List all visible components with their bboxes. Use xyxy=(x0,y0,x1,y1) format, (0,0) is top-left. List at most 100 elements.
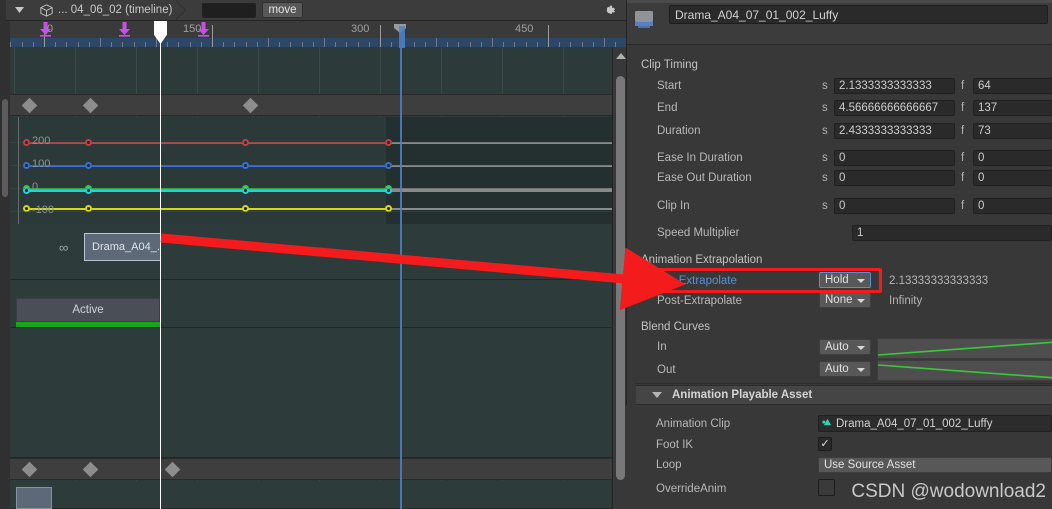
blend-in-label: In xyxy=(657,341,667,353)
chevron-down-icon xyxy=(857,299,865,303)
pre-extrapolate-dropdown[interactable]: Hold xyxy=(819,272,871,288)
clip-timing-label: Ease Out Duration xyxy=(657,172,752,184)
blend-in-dropdown[interactable]: Auto xyxy=(819,339,871,355)
timeline-marker-diamond[interactable] xyxy=(21,97,38,114)
marker-row-top[interactable] xyxy=(10,94,612,116)
inspector-tab-strip xyxy=(627,0,1052,3)
timeline-marker-diamond[interactable] xyxy=(21,461,38,478)
clip-timing-label: Duration xyxy=(657,125,701,137)
clip-timing-seconds-field[interactable]: 2.1333333333333 xyxy=(834,78,955,94)
timeline-secondary-marker[interactable] xyxy=(399,26,405,509)
timeline-marker-diamond[interactable] xyxy=(82,461,99,478)
animation-playable-asset-foldout[interactable]: Animation Playable Asset xyxy=(636,385,1052,405)
asset-name-value: Drama_A04_07_01_002_Luffy xyxy=(675,7,839,22)
curve-y-axis-label: 0 xyxy=(32,181,39,193)
timeline-left-gutter xyxy=(0,47,10,509)
timeline-body: 200 100 0 -100 xyxy=(0,47,626,509)
blend-in-curve-preview[interactable] xyxy=(877,338,1052,359)
timeline-marker-diamond[interactable] xyxy=(82,97,99,114)
animation-clip-object-field[interactable]: Drama_A04_07_01_002_Luffy xyxy=(818,415,1052,432)
blend-out-dropdown[interactable]: Auto xyxy=(819,361,871,377)
clip-timing-label: End xyxy=(657,102,678,114)
curve-gridline xyxy=(10,188,612,189)
playhead[interactable] xyxy=(154,21,167,509)
clip-timing-frames-field[interactable]: 73 xyxy=(973,123,1052,139)
clip-timing-frames-field[interactable]: 0 xyxy=(973,170,1052,186)
curve-editor-axis xyxy=(18,117,19,224)
override-anim-checkbox[interactable] xyxy=(818,479,835,496)
timeline-marker-diamond[interactable] xyxy=(242,97,259,114)
curve-cyan[interactable] xyxy=(26,190,388,192)
unit-frames: f xyxy=(961,102,965,114)
chevron-down-icon xyxy=(857,368,865,372)
post-extrapolate-readout: Infinity xyxy=(889,295,923,307)
lower-timeline-clip[interactable] xyxy=(16,487,52,509)
scroll-up-icon[interactable] xyxy=(616,53,626,59)
curve-gridline xyxy=(10,142,612,143)
timeline-vertical-scrollbar[interactable] xyxy=(612,47,626,509)
secondary-marker-head xyxy=(399,26,405,48)
clip-timing-seconds-field[interactable]: 4.56666666666667 xyxy=(834,100,955,116)
clip-timing-label: Ease In Duration xyxy=(657,152,743,164)
curve-gridline xyxy=(10,211,612,212)
section-divider xyxy=(635,383,1052,384)
breadcrumb[interactable]: ... 04_06_02 (timeline) xyxy=(32,0,184,21)
timeline-clip-label: Drama_A04_... xyxy=(92,241,161,253)
lower-track-row[interactable] xyxy=(10,481,612,509)
marker-row-bottom[interactable] xyxy=(10,458,612,480)
curve-yellow[interactable] xyxy=(26,208,388,210)
animation-clip-icon xyxy=(822,417,833,431)
unit-seconds: s xyxy=(822,172,828,184)
clip-timing-seconds-field[interactable]: 0 xyxy=(834,198,955,214)
ruler-tick-band xyxy=(10,38,626,47)
clip-timing-seconds-field[interactable]: 0 xyxy=(834,150,955,166)
loop-dropdown[interactable]: Use Source Asset xyxy=(818,457,1052,473)
timeline-marker-diamond[interactable] xyxy=(164,461,181,478)
animation-clip-value: Drama_A04_07_01_002_Luffy xyxy=(836,417,993,430)
curve-gridline xyxy=(10,165,612,166)
timeline-left-scrollbar-thumb[interactable] xyxy=(2,99,8,197)
foot-ik-checkbox[interactable]: ✓ xyxy=(818,437,832,451)
chevron-down-icon xyxy=(857,346,865,350)
animation-playable-asset-title: Animation Playable Asset xyxy=(672,389,813,401)
clip-timing-frames-field[interactable]: 0 xyxy=(973,198,1052,214)
timeline-clip[interactable]: Drama_A04_... xyxy=(84,233,161,261)
clip-timing-seconds-field[interactable]: 0 xyxy=(834,170,955,186)
breadcrumb-label: ... 04_06_02 (timeline) xyxy=(58,4,173,16)
timeline-ruler[interactable]: 0150300450 xyxy=(0,21,626,47)
clip-timing-label: Start xyxy=(657,80,682,92)
ruler-tick-label: 450 xyxy=(515,23,534,35)
keyframe-marker-pin-icon[interactable] xyxy=(198,22,209,37)
activation-clip[interactable]: Active xyxy=(16,298,160,322)
unit-seconds: s xyxy=(822,80,828,92)
move-button[interactable]: move xyxy=(262,2,303,18)
pre-extrapolate-value: Hold xyxy=(825,274,849,286)
asset-name-field[interactable]: Drama_A04_07_01_002_Luffy xyxy=(669,5,1048,24)
clip-timing-frames-field[interactable]: 137 xyxy=(973,100,1052,116)
timeline-window: ... 04_06_02 (timeline) move 0150300450 xyxy=(0,0,626,509)
clip-timing-frames-field[interactable]: 0 xyxy=(973,150,1052,166)
watermark: CSDN @wodownload2 xyxy=(851,481,1046,502)
triangle-down-icon[interactable] xyxy=(652,392,662,398)
infinity-icon: ∞ xyxy=(59,240,69,255)
speed-multiplier-field[interactable]: 1 xyxy=(852,225,1052,241)
speed-multiplier-value: 1 xyxy=(857,227,864,239)
search-input[interactable] xyxy=(202,2,257,18)
gear-icon[interactable] xyxy=(602,3,617,18)
curve-y-axis-label: 200 xyxy=(32,135,51,147)
cube-icon xyxy=(40,3,53,17)
activation-clip-bar xyxy=(16,322,160,327)
blend-out-curve-preview[interactable] xyxy=(877,360,1052,381)
keyframe-marker-pin-icon[interactable] xyxy=(119,22,130,37)
clip-timing-title: Clip Timing xyxy=(641,59,698,71)
timeline-scrollbar-thumb[interactable] xyxy=(616,76,625,480)
keyframe-marker-pin-icon[interactable] xyxy=(40,22,51,37)
animation-clip-label: Animation Clip xyxy=(656,418,731,430)
clip-timing-seconds-field[interactable]: 2.4333333333333 xyxy=(834,123,955,139)
chevron-down-icon[interactable] xyxy=(6,0,32,21)
clip-timing-label: Clip In xyxy=(657,200,690,212)
activation-track-row[interactable] xyxy=(10,328,612,458)
post-extrapolate-dropdown[interactable]: None xyxy=(819,292,871,308)
curve-editor[interactable]: 200 100 0 -100 xyxy=(10,117,612,224)
clip-timing-frames-field[interactable]: 64 xyxy=(973,78,1052,94)
